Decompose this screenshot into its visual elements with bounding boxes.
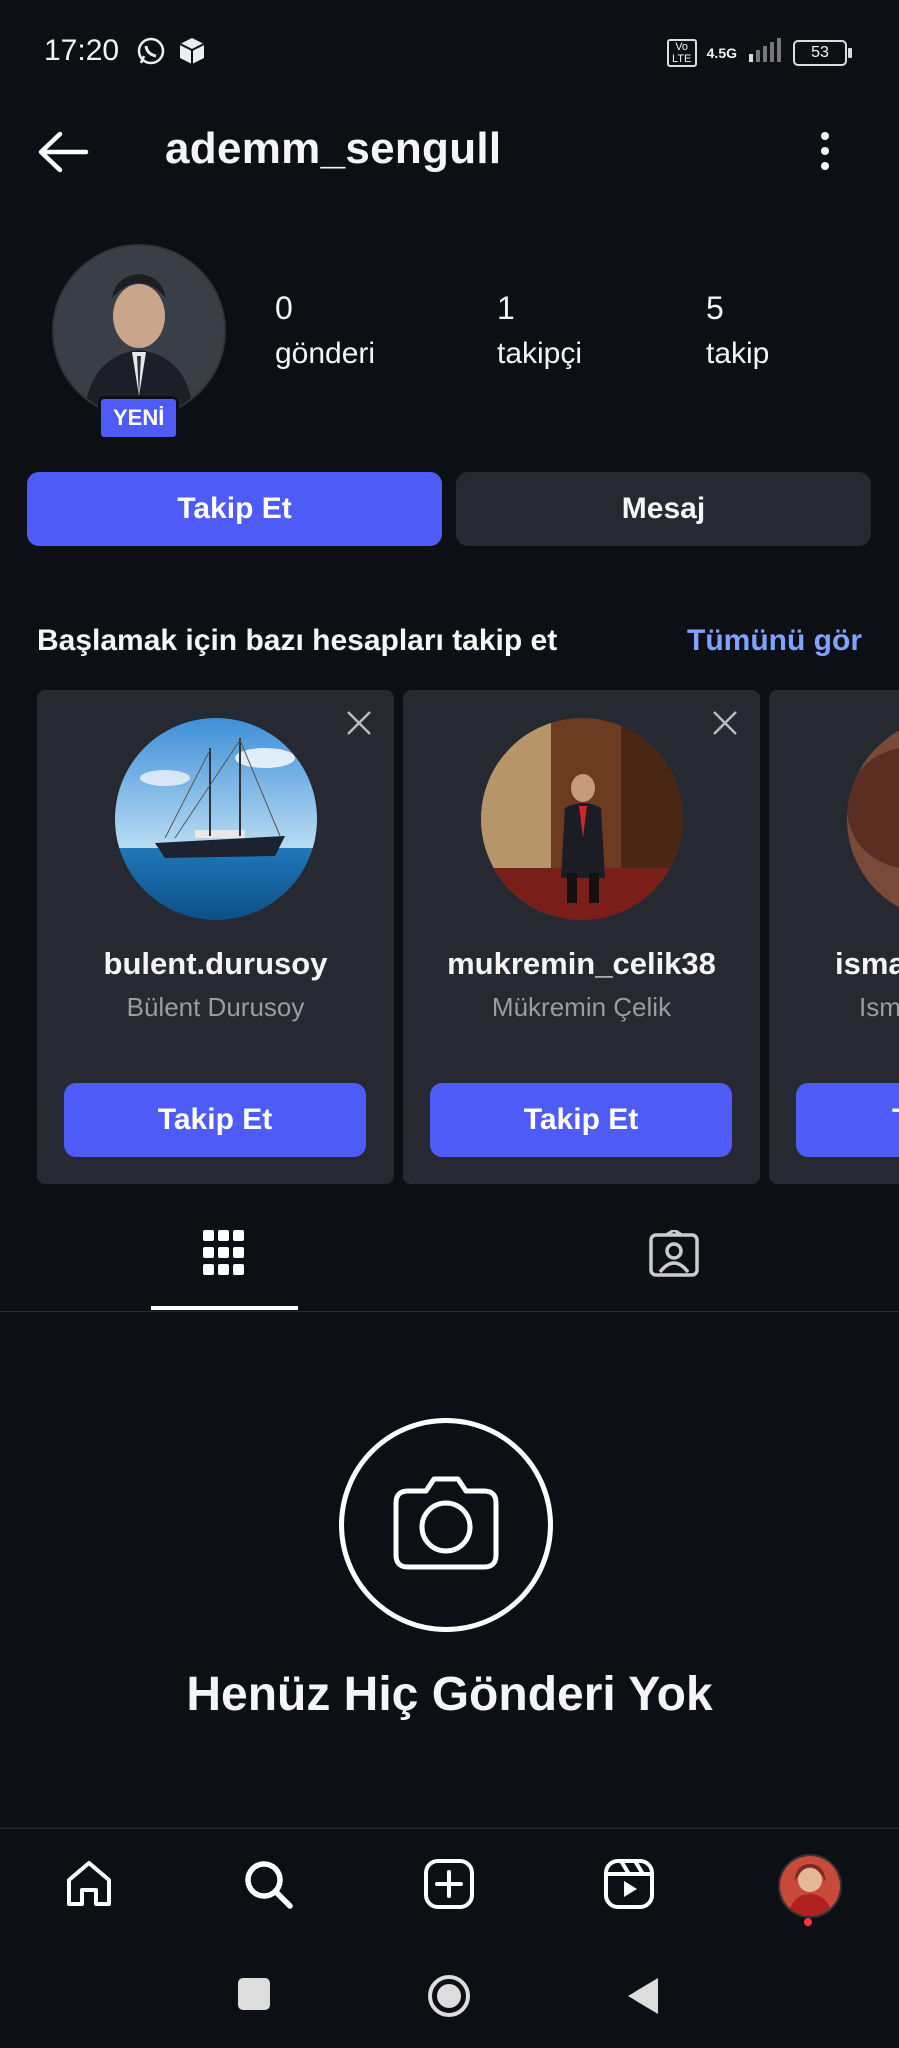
suggestion-card[interactable]: mukremin_celik38 Mükremin Çelik Takip Et (403, 690, 760, 1184)
back-arrow-icon[interactable] (36, 130, 90, 179)
status-indicators: Vo LTE 4.5G 53 (666, 38, 852, 67)
suggestion-avatar[interactable] (115, 718, 317, 920)
home-button[interactable] (427, 1974, 471, 2023)
stat-following-value: 5 (706, 290, 724, 326)
suggestion-fullname: Ism (859, 992, 899, 1022)
suggestion-fullname: Mükremin Çelik (491, 992, 672, 1022)
close-icon[interactable] (710, 708, 740, 738)
notification-dot (804, 1918, 812, 1926)
close-icon[interactable] (344, 708, 374, 738)
create-post-icon[interactable] (423, 1858, 475, 1915)
reels-icon[interactable] (603, 1858, 655, 1915)
search-icon[interactable] (242, 1858, 294, 1915)
empty-state-title: Henüz Hiç Gönderi Yok (186, 1668, 713, 1721)
bottom-nav-divider (0, 1828, 899, 1829)
profile-nav-avatar[interactable] (778, 1854, 842, 1918)
message-button[interactable]: Mesaj (456, 472, 871, 546)
active-tab-indicator (151, 1306, 298, 1310)
stat-following[interactable]: 5 takip (706, 290, 769, 371)
stat-followers[interactable]: 1 takipçi (497, 290, 582, 371)
tab-divider (0, 1311, 899, 1312)
stat-followers-value: 1 (497, 290, 515, 326)
stat-posts[interactable]: 0 gönderi (275, 290, 375, 371)
suggestion-card[interactable]: bulent.durusoy Bülent Durusoy Takip Et (37, 690, 394, 1184)
stat-posts-value: 0 (275, 290, 293, 326)
suggestion-card[interactable]: isma Ism T (769, 690, 899, 1184)
stat-posts-label: gönderi (275, 337, 376, 370)
recent-apps-button[interactable] (238, 1978, 270, 2010)
suggestion-fullname: Bülent Durusoy (126, 992, 305, 1022)
suggestion-avatar[interactable] (847, 718, 899, 920)
suggestion-follow-button[interactable]: Takip Et (430, 1083, 732, 1157)
suggestion-username[interactable]: isma (835, 946, 899, 982)
new-badge: YENİ (98, 396, 180, 440)
status-time: 17:20 (44, 34, 120, 67)
package-icon (178, 36, 206, 71)
stat-following-label: takip (706, 337, 770, 370)
more-options-icon[interactable] (815, 130, 835, 177)
follow-button[interactable]: Takip Et (27, 472, 442, 546)
battery-icon: 53 (793, 39, 852, 66)
whatsapp-icon (136, 36, 166, 71)
network-type: 4.5G (706, 44, 737, 61)
suggestion-follow-button[interactable]: T (796, 1083, 899, 1157)
see-all-link[interactable]: Tümünü gör (687, 624, 862, 658)
suggestion-avatar[interactable] (481, 718, 683, 920)
camera-icon (339, 1418, 553, 1632)
back-button[interactable] (626, 1976, 660, 2021)
profile-avatar[interactable] (52, 244, 226, 418)
stat-followers-label: takipçi (497, 337, 583, 370)
tagged-tab-icon[interactable] (648, 1228, 700, 1285)
suggestions-title: Başlamak için bazı hesapları takip et (37, 624, 558, 657)
suggestion-username[interactable]: bulent.durusoy (37, 946, 394, 982)
grid-tab-icon[interactable] (203, 1230, 245, 1285)
volte-icon: Vo LTE (666, 38, 697, 67)
suggestion-username[interactable]: mukremin_celik38 (403, 946, 760, 982)
suggestion-follow-button[interactable]: Takip Et (64, 1083, 366, 1157)
signal-icon (747, 38, 783, 67)
profile-username: ademm_sengull (165, 124, 502, 173)
home-icon[interactable] (63, 1858, 115, 1915)
